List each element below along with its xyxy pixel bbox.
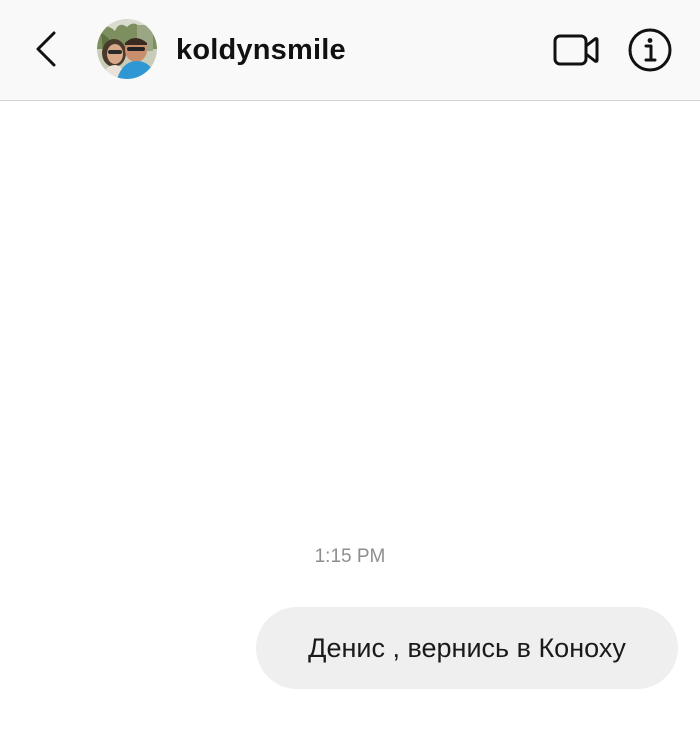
video-camera-icon: [553, 34, 599, 66]
back-button[interactable]: [24, 26, 68, 72]
video-call-button[interactable]: [550, 28, 602, 72]
info-button[interactable]: [624, 24, 676, 76]
outgoing-message-bubble[interactable]: Денис , вернись в Коноху: [256, 607, 678, 689]
direct-message-screen: koldynsmile 1:15 PM Денис , вернись в Ко…: [0, 0, 700, 747]
avatar[interactable]: [97, 19, 157, 79]
message-timestamp: 1:15 PM: [314, 546, 386, 567]
chat-username[interactable]: koldynsmile: [176, 32, 346, 68]
profile-photo: [97, 19, 157, 79]
chat-header: koldynsmile: [0, 0, 700, 101]
message-text: Денис , вернись в Коноху: [308, 632, 626, 663]
chevron-left-icon: [36, 31, 56, 67]
info-icon: [628, 28, 672, 72]
